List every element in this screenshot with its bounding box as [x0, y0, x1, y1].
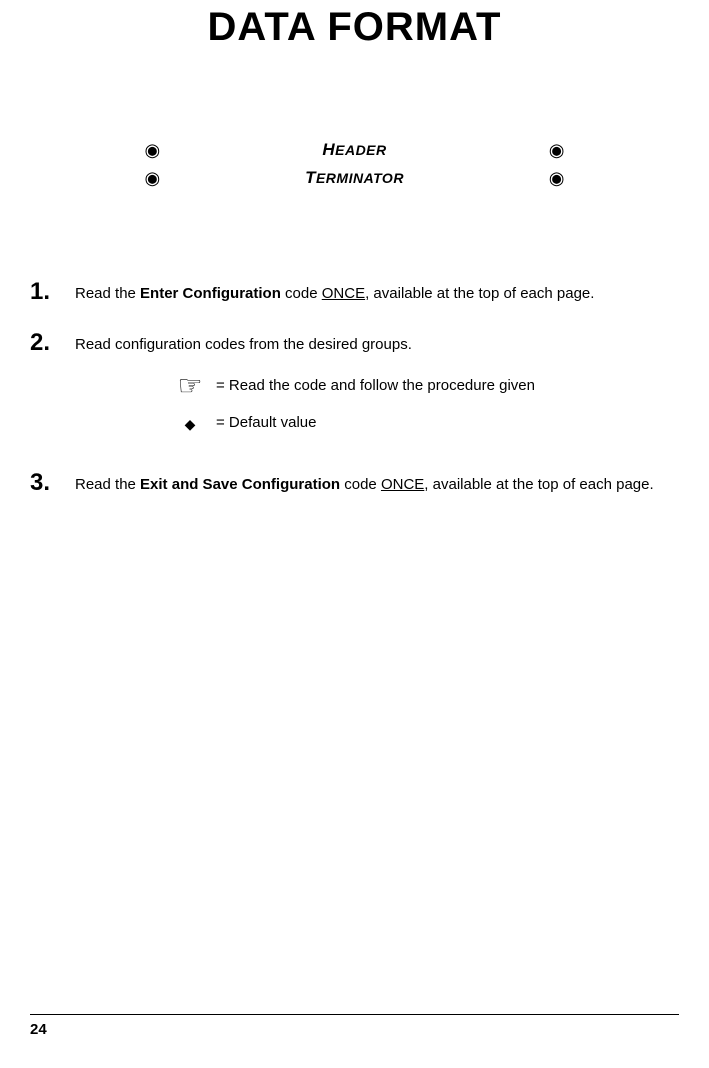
page-number: 24 — [30, 1021, 679, 1038]
step-number: 3. — [30, 469, 75, 498]
step-3: 3. Read the Exit and Save Configuration … — [30, 469, 679, 498]
legend-text: = Read the code and follow the procedure… — [216, 375, 535, 398]
page-title: DATA FORMAT — [30, 5, 679, 50]
toc-row-header: ◉ HEADER ◉ — [145, 140, 565, 160]
toc-label: TERMINATOR — [160, 168, 549, 188]
step-body: Read configuration codes from the desire… — [75, 329, 679, 447]
diamond-icon: ◆ — [170, 417, 210, 431]
bullet-icon: ◉ — [145, 169, 161, 187]
footer-rule — [30, 1014, 679, 1015]
legend-text: = Default value — [216, 412, 316, 435]
step-body: Read the Exit and Save Configuration cod… — [75, 469, 679, 497]
bullet-icon: ◉ — [549, 169, 565, 187]
legend-hand: ☞ = Read the code and follow the procedu… — [170, 372, 679, 400]
legend-diamond: ◆ = Default value — [170, 412, 679, 435]
bullet-icon: ◉ — [549, 141, 565, 159]
instructions: 1. Read the Enter Configuration code ONC… — [30, 278, 679, 498]
pointing-hand-icon: ☞ — [170, 372, 210, 400]
page-footer: 24 — [30, 1014, 679, 1038]
step-number: 1. — [30, 278, 75, 307]
step-number: 2. — [30, 329, 75, 358]
toc-label: HEADER — [160, 140, 549, 160]
step-2: 2. Read configuration codes from the des… — [30, 329, 679, 447]
step-1: 1. Read the Enter Configuration code ONC… — [30, 278, 679, 307]
step-body: Read the Enter Configuration code ONCE, … — [75, 278, 679, 306]
toc-section: ◉ HEADER ◉ ◉ TERMINATOR ◉ — [145, 140, 565, 188]
legend: ☞ = Read the code and follow the procedu… — [170, 372, 679, 435]
bullet-icon: ◉ — [145, 141, 161, 159]
toc-row-terminator: ◉ TERMINATOR ◉ — [145, 168, 565, 188]
